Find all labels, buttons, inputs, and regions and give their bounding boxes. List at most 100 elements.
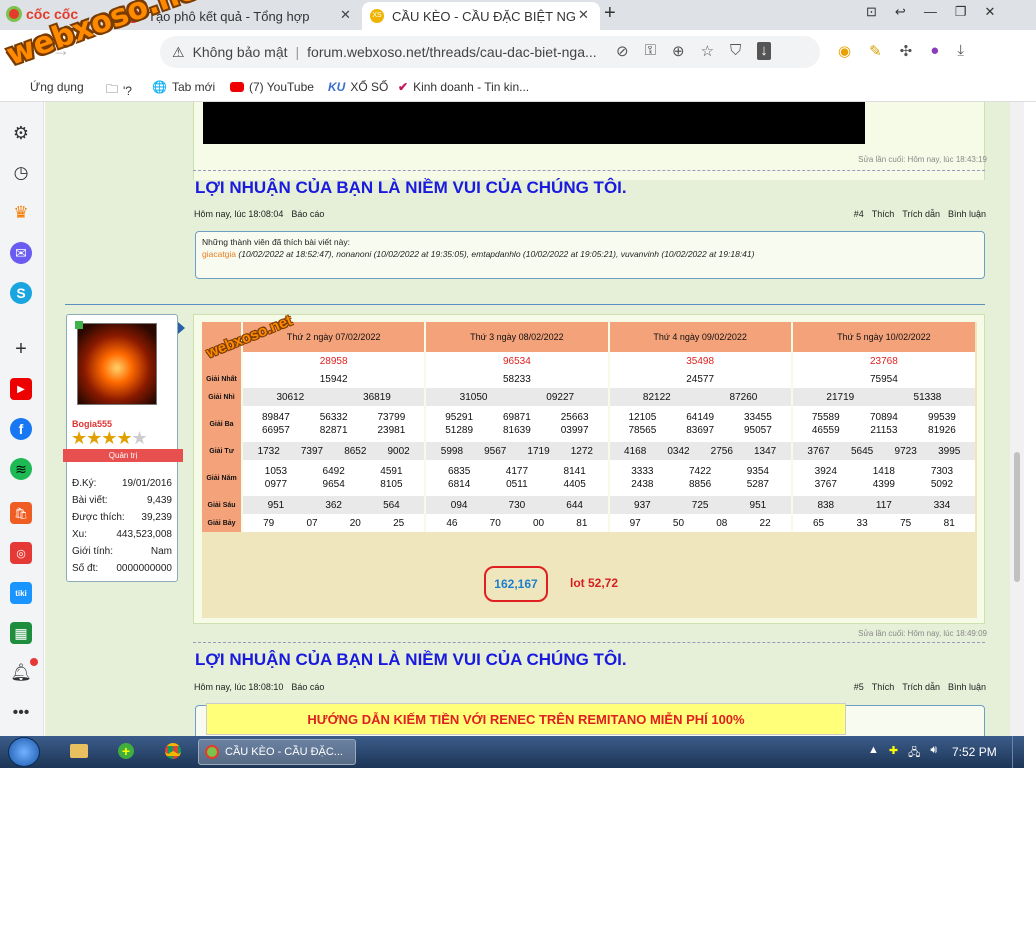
puzzle-icon[interactable]: ✣: [900, 42, 913, 60]
tiki-icon[interactable]: tiki: [10, 582, 32, 604]
windows-taskbar: + CẦU KÈO - CẦU ĐẶC... ▲ ✚ 🖧 🔊︎ 7:52 PM: [0, 736, 1024, 768]
history-icon[interactable]: ◷: [10, 162, 32, 184]
game-icon[interactable]: ◎: [10, 542, 32, 564]
bookmark-kinhdoanh[interactable]: ✔ Kinh doanh - Tin kin...: [398, 80, 529, 94]
warning-icon[interactable]: ⚠: [172, 44, 185, 61]
embedded-video[interactable]: [203, 102, 865, 144]
prize-cell: 58233: [424, 370, 609, 388]
notification-bell-icon[interactable]: 🔔︎: [10, 662, 32, 684]
prize-cell: 21719 51338: [790, 388, 975, 406]
user-info: Đ.Ký: 19/01/2016 Bài viết: 9,439 Được thíc…: [72, 478, 172, 574]
block-icon[interactable]: ⊘: [616, 42, 629, 60]
crown-icon[interactable]: ♛: [10, 202, 32, 224]
star-icon[interactable]: ☆: [701, 42, 714, 60]
prize-number: 7397: [300, 445, 324, 457]
prize-number: 95057: [743, 425, 772, 436]
zoom-icon[interactable]: ⊕: [672, 42, 685, 60]
sheets-icon[interactable]: ▦: [10, 622, 32, 644]
taskbar-window-button[interactable]: CẦU KÈO - CẦU ĐẶC...: [198, 739, 356, 765]
back-history-icon[interactable]: ↩: [895, 4, 906, 20]
chrome-extension-icon[interactable]: ◉: [838, 42, 851, 60]
prize-number: 5645: [850, 445, 874, 457]
facebook-icon[interactable]: f: [10, 418, 32, 440]
tab-close-icon[interactable]: ✕: [578, 7, 589, 23]
spotify-icon[interactable]: ≋: [10, 458, 32, 480]
quote-link[interactable]: Trích dẫn: [902, 209, 940, 219]
bookmark-folder[interactable]: 🗀 '?: [106, 80, 132, 101]
downloads-icon[interactable]: ⤓: [957, 42, 964, 60]
search-tabs-icon[interactable]: ⊡: [866, 4, 877, 20]
prize-number: 4177: [505, 466, 529, 477]
messenger-icon[interactable]: ✉: [10, 242, 32, 264]
comment-link[interactable]: Bình luận: [948, 682, 986, 692]
network-icon[interactable]: 🖧: [908, 744, 920, 763]
key-icon[interactable]: ⚿: [645, 42, 656, 60]
liker-link[interactable]: giacatgia: [202, 249, 236, 259]
download-page-icon[interactable]: ↓: [757, 42, 771, 60]
prize-cell: 1053 6492 4591 0977 9654 8105: [241, 460, 426, 496]
likes-box: Những thành viên đã thích bài viết này: …: [195, 231, 985, 279]
toolbar: ← → ⚠ Không bảo mật | forum.webxoso.net/…: [0, 30, 1036, 74]
post-number-link[interactable]: #5: [854, 682, 864, 692]
bookmarks-bar: Ứng dụng 🗀 '? 🌐 Tab mới (7) YouTube KU XỔ S…: [0, 74, 1036, 102]
youtube-icon: [230, 82, 244, 92]
post-4-headline: LỢI NHUẬN CỦA BẠN LÀ NIỀM VUI CỦA CHÚNG …: [195, 178, 627, 197]
tray-arrow-icon[interactable]: ▲: [868, 744, 879, 763]
profile-icon[interactable]: ●: [930, 42, 939, 60]
like-link[interactable]: Thích: [872, 682, 895, 692]
more-icon[interactable]: •••: [10, 702, 32, 724]
prize-number: 7422: [689, 466, 712, 477]
bookmark-xoso[interactable]: KU XỔ SỐ: [328, 80, 388, 94]
close-window-icon[interactable]: ✕: [984, 4, 995, 20]
scroll-thumb[interactable]: [1014, 452, 1020, 582]
prize-number: 0977: [264, 479, 288, 490]
prize-number: 70: [489, 517, 501, 529]
prize-cell: 5998 9567 1719 1272: [424, 442, 609, 460]
prize-label: Giải Năm: [202, 460, 243, 496]
prize-number: 1732: [257, 445, 280, 457]
prize-number: 20: [349, 517, 361, 529]
quote-link[interactable]: Trích dẫn: [902, 682, 940, 692]
volume-icon[interactable]: 🔊︎: [930, 744, 937, 763]
online-indicator: [75, 321, 83, 329]
tab-close-icon[interactable]: ✕: [340, 7, 351, 23]
explorer-icon[interactable]: [70, 744, 88, 758]
prize-number: 24577: [686, 373, 715, 385]
show-desktop-button[interactable]: [1012, 736, 1024, 768]
prize-number: 8652: [344, 445, 367, 457]
skype-icon[interactable]: S: [10, 282, 32, 304]
start-button[interactable]: [8, 737, 40, 767]
pencil-icon[interactable]: ✎: [869, 42, 882, 60]
prize-number: 75589: [811, 412, 840, 423]
prize-number: 9654: [322, 479, 345, 490]
report-link[interactable]: Báo cáo: [291, 682, 324, 692]
restore-icon[interactable]: ❐: [955, 4, 967, 20]
page-scrollbar[interactable]: [1010, 102, 1024, 736]
ad-banner[interactable]: HƯỚNG DẪN KIẾM TIỀN VỚI RENEC TRÊN REMIT…: [206, 703, 846, 735]
prize-number: 00: [532, 517, 545, 529]
report-link[interactable]: Báo cáo: [291, 209, 324, 219]
youtube-side-icon[interactable]: ▶: [10, 378, 32, 400]
shield-icon[interactable]: ⛉: [730, 42, 741, 60]
tab-cau-keo[interactable]: XS CẦU KÈO - CẦU ĐẶC BIỆT NG: [362, 2, 600, 30]
bookmark-apps[interactable]: Ứng dụng: [30, 80, 84, 94]
avatar[interactable]: [77, 323, 157, 405]
chrome-icon[interactable]: [165, 743, 181, 759]
post-number-link[interactable]: #4: [854, 209, 864, 219]
window-controls: ⊡ ↩ — ❐ ✕: [866, 4, 995, 20]
prize-number: 334: [933, 499, 951, 511]
shopee-icon[interactable]: 🛍: [10, 502, 32, 524]
tray-plus-icon[interactable]: ✚: [889, 744, 898, 763]
like-link[interactable]: Thích: [872, 209, 895, 219]
comment-link[interactable]: Bình luận: [948, 209, 986, 219]
prize-number: 4168: [624, 445, 647, 457]
add-icon[interactable]: +: [10, 338, 32, 360]
settings-icon[interactable]: ⚙: [10, 122, 32, 144]
coccoc-taskbar-icon: [205, 745, 219, 759]
minimize-icon[interactable]: —: [924, 4, 937, 20]
bookmark-youtube[interactable]: (7) YouTube: [230, 80, 314, 94]
green-plus-icon[interactable]: +: [118, 743, 134, 759]
bookmark-newtab[interactable]: 🌐 Tab mới: [152, 80, 215, 94]
prize-label: Giải Nhất: [202, 370, 243, 388]
new-tab-icon[interactable]: +: [604, 2, 616, 25]
